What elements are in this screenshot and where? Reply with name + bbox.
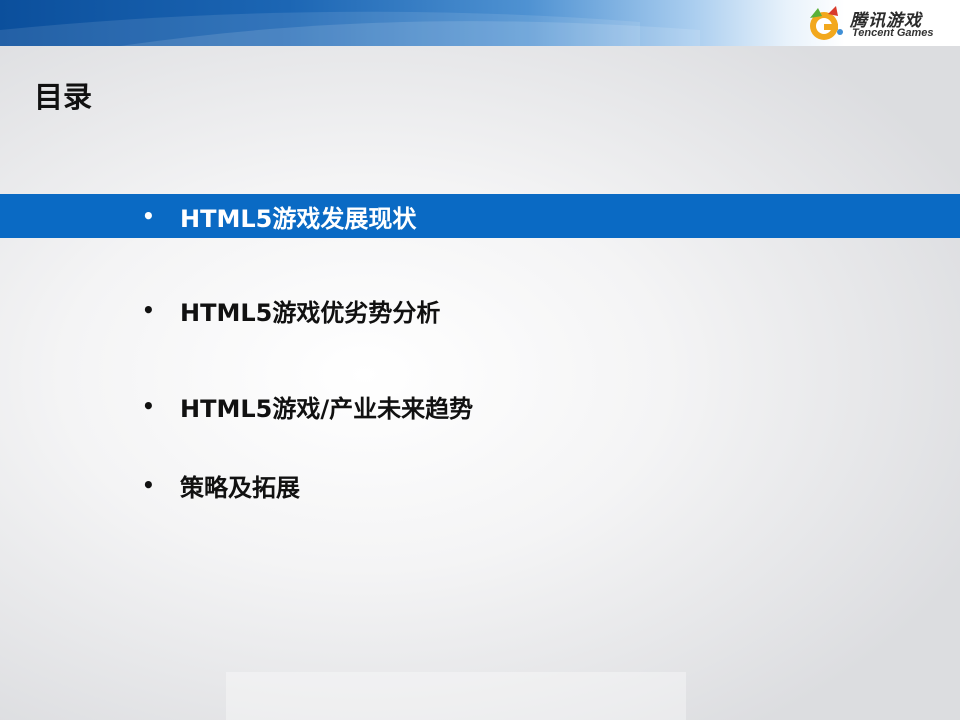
logo-english-name: Tencent Games [852, 27, 934, 39]
bullet: • [142, 204, 155, 228]
agenda-item-label: HTML5游戏发展现状 [180, 204, 417, 233]
agenda-item-pros-cons: • HTML5游戏优劣势分析 [138, 290, 440, 330]
page-title: 目录 [34, 80, 93, 114]
bullet: • [142, 394, 155, 418]
agenda-item-label: 策略及拓展 [180, 473, 300, 502]
bullet: • [142, 298, 155, 322]
footer-shade [226, 672, 686, 720]
agenda-item-future-trends: • HTML5游戏/产业未来趋势 [138, 386, 473, 426]
bullet: • [142, 473, 155, 497]
tencent-games-logo-icon [810, 6, 843, 40]
agenda-item-html5-status: • HTML5游戏发展现状 [138, 196, 416, 236]
agenda-item-label: HTML5游戏优劣势分析 [180, 298, 441, 327]
agenda-item-strategy: • 策略及拓展 [138, 465, 300, 505]
agenda-item-label: HTML5游戏/产业未来趋势 [180, 394, 474, 423]
tencent-games-logo: 腾讯游戏 Tencent Games [806, 4, 946, 42]
